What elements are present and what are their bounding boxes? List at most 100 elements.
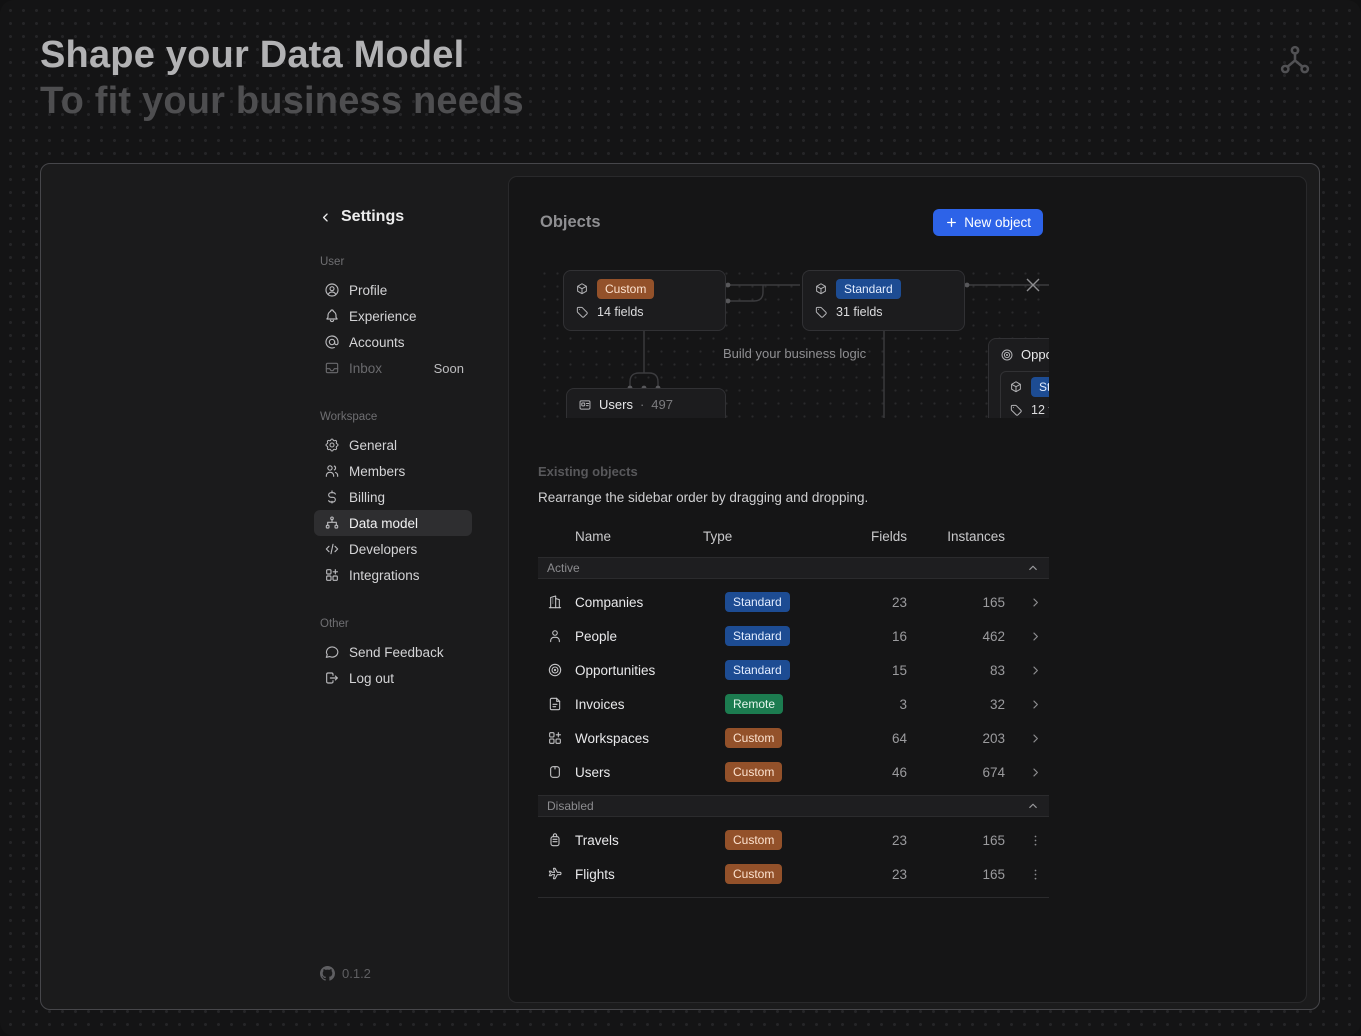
type-badge: Standard [725,660,790,680]
chevron-right-icon[interactable] [1005,697,1049,712]
object-name: Companies [575,595,725,610]
diagram-node-standard[interactable]: Standard 31 fields [802,270,965,331]
table-row-people[interactable]: People Standard 16 462 [538,619,1049,653]
instances-count: 83 [907,663,1005,678]
chevron-right-icon[interactable] [1005,629,1049,644]
sidebar-item-label: Accounts [349,335,405,350]
table-row-opportunities[interactable]: Opportunities Standard 15 83 [538,653,1049,687]
separator-dot: · [640,397,644,412]
sidebar-item-billing[interactable]: Billing [314,484,472,510]
sidebar-item-label: Send Feedback [349,645,444,660]
table-row-users[interactable]: Users Custom 46 674 [538,755,1049,789]
existing-objects-heading: Existing objects [538,464,1049,479]
group-label: Disabled [547,799,594,813]
settings-back-button[interactable]: Settings [314,208,472,226]
table-row-workspaces[interactable]: Workspaces Custom 64 203 [538,721,1049,755]
type-badge: Standard [725,592,790,612]
cube-icon [1009,380,1023,394]
chevron-right-icon[interactable] [1005,595,1049,610]
target-icon [1000,348,1014,362]
table-row-companies[interactable]: Companies Standard 23 165 [538,585,1049,619]
group-header-active[interactable]: Active [538,557,1049,579]
instances-count: 165 [907,833,1005,848]
settings-sidebar: Settings User Profile Experience Account… [314,164,472,1009]
sidebar-item-general[interactable]: General [314,432,472,458]
chevron-up-icon [1026,561,1040,575]
sidebar-item-label: Log out [349,671,394,686]
settings-title: Settings [341,208,404,226]
table-row-invoices[interactable]: Invoices Remote 3 32 [538,687,1049,721]
sidebar-item-label: Billing [349,490,385,505]
table-row-travels[interactable]: Travels Custom 23 165 [538,823,1049,857]
soon-badge: Soon [434,361,464,376]
chevron-right-icon[interactable] [1005,765,1049,780]
diagram-node-users[interactable]: Users · 497 [566,388,726,418]
new-object-button[interactable]: New object [933,209,1043,236]
cube-icon [814,282,828,296]
building-icon [547,594,575,610]
dollar-icon [324,489,340,505]
data-model-icon [1277,42,1313,78]
object-name: Travels [575,833,725,848]
fields-count: 3 [863,697,907,712]
plane-icon [547,866,575,882]
sidebar-item-label: General [349,438,397,453]
sidebar-item-members[interactable]: Members [314,458,472,484]
new-object-label: New object [964,215,1031,230]
chevron-right-icon[interactable] [1005,731,1049,746]
settings-window: Settings User Profile Experience Account… [40,163,1320,1010]
diagram-caption: Build your business logic [723,346,866,361]
objects-panel: Objects New object [508,176,1307,1003]
id-badge-icon [547,764,575,780]
object-name: Users [575,765,725,780]
chevron-left-icon [318,210,333,225]
sidebar-item-label: Profile [349,283,387,298]
group-header-disabled[interactable]: Disabled [538,795,1049,817]
dots-vertical-icon[interactable] [1005,867,1049,882]
table-row-flights[interactable]: Flights Custom 23 165 [538,857,1049,891]
column-type: Type [703,529,853,544]
at-sign-icon [324,334,340,350]
plus-icon [945,216,958,229]
fields-count: 31 fields [836,305,883,319]
code-icon [324,541,340,557]
sidebar-item-label: Developers [349,542,417,557]
diagram-node-custom[interactable]: Custom 14 fields [563,270,726,331]
diagram-node-opportunities[interactable]: Opportunities Standard 12 fields [988,338,1049,418]
sidebar-section-user: User Profile Experience Accounts Inbox S… [314,256,472,381]
sidebar-item-label: Inbox [349,361,382,376]
sidebar-section-other: Other Send Feedback Log out [314,618,472,691]
sidebar-item-inbox[interactable]: Inbox Soon [314,355,472,381]
column-name: Name [575,529,703,544]
fields-count: 23 [863,595,907,610]
sidebar-item-log-out[interactable]: Log out [314,665,472,691]
sidebar-item-integrations[interactable]: Integrations [314,562,472,588]
user-circle-icon [324,282,340,298]
chevron-right-icon[interactable] [1005,663,1049,678]
instances-count: 165 [907,595,1005,610]
fields-count: 23 [863,833,907,848]
sidebar-item-label: Members [349,464,405,479]
type-badge: Standard [1031,377,1049,397]
sidebar-item-experience[interactable]: Experience [314,303,472,329]
sidebar-item-data-model[interactable]: Data model [314,510,472,536]
users-icon [324,463,340,479]
github-icon [320,966,335,981]
gear-icon [324,437,340,453]
app-version[interactable]: 0.1.2 [320,966,371,981]
sidebar-item-developers[interactable]: Developers [314,536,472,562]
object-name: Flights [575,867,725,882]
fields-count: 64 [863,731,907,746]
section-label: Workspace [314,411,472,423]
objects-title: Objects [540,213,601,232]
instances-count: 203 [907,731,1005,746]
sidebar-item-send-feedback[interactable]: Send Feedback [314,639,472,665]
node-detail-card: Standard 12 fields [1000,371,1049,418]
objects-table: Name Type Fields Instances Active [538,523,1049,898]
sidebar-item-profile[interactable]: Profile [314,277,472,303]
sidebar-item-accounts[interactable]: Accounts [314,329,472,355]
data-model-diagram[interactable]: Custom 14 fields Standard [538,267,1049,418]
dots-vertical-icon[interactable] [1005,833,1049,848]
sidebar-item-label: Experience [349,309,417,324]
instances-count: 165 [907,867,1005,882]
